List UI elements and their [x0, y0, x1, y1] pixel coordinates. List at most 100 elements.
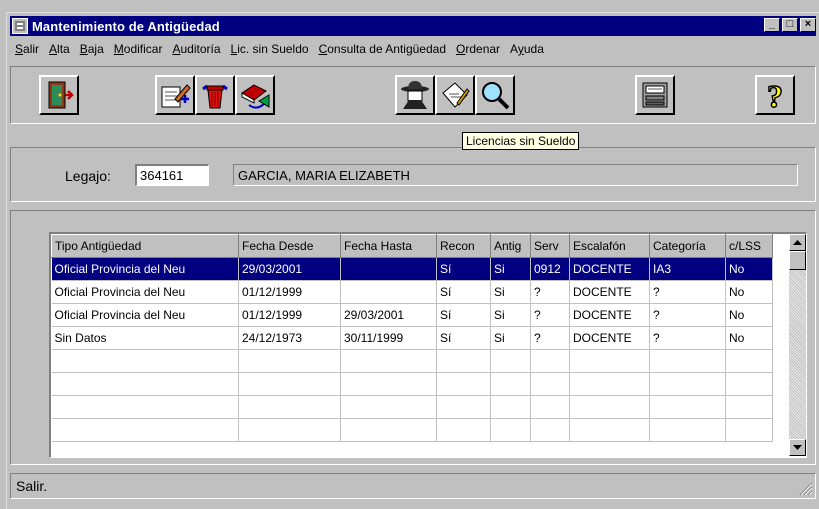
column-header[interactable]: Recon [436, 234, 491, 258]
close-button[interactable]: × [800, 18, 816, 32]
status-bar: Salir. [10, 473, 816, 499]
main-window: Mantenimiento de Antigüedad _ □ × Salir … [6, 12, 819, 509]
grid-panel: Tipo Antigüedad Fecha Desde Fecha Hasta … [10, 210, 816, 465]
scroll-thumb[interactable] [789, 251, 806, 270]
table-cell: 29/03/2001 [238, 257, 341, 281]
antiguedad-grid[interactable]: Tipo Antigüedad Fecha Desde Fecha Hasta … [49, 232, 807, 458]
toolbar: ? [10, 66, 816, 124]
menu-salir[interactable]: Salir [10, 42, 44, 56]
table-cell: ? [530, 326, 570, 350]
table-cell: Si [490, 303, 531, 327]
table-cell: Oficial Provincia del Neu [51, 280, 239, 304]
empty-row [51, 395, 773, 419]
magnifier-search-icon [482, 82, 510, 110]
arrow-down-icon [793, 444, 802, 450]
column-header[interactable]: Escalafón [569, 234, 650, 258]
book-modify-icon [241, 84, 270, 109]
antiguedad-table: Tipo Antigüedad Fecha Desde Fecha Hasta … [51, 234, 773, 442]
table-cell: Si [490, 326, 531, 350]
table-cell: 30/11/1999 [340, 326, 437, 350]
column-header[interactable]: Fecha Hasta [340, 234, 437, 258]
table-cell: No [725, 326, 773, 350]
table-cell: ? [649, 326, 726, 350]
table-cell: Sí [436, 280, 491, 304]
menu-lic-sin-sueldo[interactable]: Lic. sin Sueldo [226, 42, 314, 56]
minimize-button[interactable]: _ [764, 18, 780, 32]
vertical-scrollbar[interactable] [789, 234, 806, 456]
menu-bar: Salir Alta Baja Modificar Auditoría Lic.… [10, 39, 816, 59]
menu-ordenar[interactable]: Ordenar [451, 42, 505, 56]
table-cell: ? [649, 280, 726, 304]
auditoria-button[interactable] [395, 75, 435, 115]
legajo-panel: Legajo: 364161 GARCIA, MARIA ELIZABETH [10, 147, 816, 202]
license-document-icon [442, 82, 470, 108]
empty-row [51, 418, 773, 442]
table-cell: 24/12/1973 [238, 326, 341, 350]
menu-baja[interactable]: Baja [75, 42, 109, 56]
menu-consulta-antiguedad[interactable]: Consulta de Antigüedad [314, 42, 451, 56]
alta-button[interactable] [155, 75, 195, 115]
exit-button[interactable] [39, 75, 79, 115]
table-cell: No [725, 257, 773, 281]
ordenar-button[interactable] [635, 75, 675, 115]
baja-button[interactable] [195, 75, 235, 115]
maximize-button[interactable]: □ [782, 18, 798, 32]
table-cell: DOCENTE [569, 280, 650, 304]
table-row[interactable]: Oficial Provincia del Neu 01/12/1999 29/… [51, 303, 773, 327]
scroll-up-button[interactable] [789, 234, 806, 251]
table-cell: DOCENTE [569, 326, 650, 350]
table-row[interactable]: Oficial Provincia del Neu 29/03/2001 Sí … [51, 257, 773, 281]
table-row[interactable]: Oficial Provincia del Neu 01/12/1999 Sí … [51, 280, 773, 304]
trash-delete-icon [202, 84, 228, 109]
close-icon: × [804, 18, 812, 30]
legajo-input[interactable]: 364161 [135, 164, 209, 186]
table-cell [340, 280, 437, 304]
table-cell: DOCENTE [569, 303, 650, 327]
scroll-down-button[interactable] [789, 439, 806, 456]
table-cell: Oficial Provincia del Neu [51, 303, 239, 327]
register-sort-icon [642, 82, 668, 108]
arrow-up-icon [793, 239, 802, 245]
table-cell: 29/03/2001 [340, 303, 437, 327]
column-header[interactable]: Fecha Desde [238, 234, 341, 258]
column-header[interactable]: Antig [490, 234, 531, 258]
table-cell [340, 257, 437, 281]
column-header[interactable]: Categoría [649, 234, 726, 258]
table-cell: Sí [436, 326, 491, 350]
column-header[interactable]: Tipo Antigüedad [51, 234, 239, 258]
help-question-icon: ? [766, 79, 784, 111]
lic-sin-sueldo-button[interactable] [435, 75, 475, 115]
column-header[interactable]: Serv [530, 234, 570, 258]
resize-grip-icon[interactable] [799, 482, 813, 496]
svg-text:?: ? [767, 79, 783, 111]
table-cell: Si [490, 280, 531, 304]
title-bar[interactable]: Mantenimiento de Antigüedad _ □ × [10, 16, 816, 36]
modificar-button[interactable] [235, 75, 275, 115]
column-header[interactable]: c/LSS [725, 234, 773, 258]
table-cell: Sin Datos [51, 326, 239, 350]
ayuda-button[interactable]: ? [755, 75, 795, 115]
table-cell: Sí [436, 257, 491, 281]
menu-alta[interactable]: Alta [44, 42, 75, 56]
window-title: Mantenimiento de Antigüedad [32, 18, 220, 34]
table-cell: Sí [436, 303, 491, 327]
table-cell: Si [490, 257, 531, 281]
app-icon [12, 18, 28, 34]
table-cell: No [725, 280, 773, 304]
table-cell: IA3 [649, 257, 726, 281]
consulta-button[interactable] [475, 75, 515, 115]
table-cell: ? [649, 303, 726, 327]
table-cell: DOCENTE [569, 257, 650, 281]
spy-audit-icon [401, 81, 429, 109]
table-cell: 0912 [530, 257, 570, 281]
table-row[interactable]: Sin Datos 24/12/1973 30/11/1999 Sí Si ? … [51, 326, 773, 350]
table-cell: Oficial Provincia del Neu [51, 257, 239, 281]
menu-ayuda[interactable]: Ayuda [505, 42, 549, 56]
legajo-label: Legajo: [65, 168, 111, 184]
empty-row [51, 349, 773, 373]
minimize-icon: _ [768, 18, 776, 30]
table-cell: 01/12/1999 [238, 303, 341, 327]
menu-modificar[interactable]: Modificar [109, 42, 168, 56]
table-cell: 01/12/1999 [238, 280, 341, 304]
menu-auditoria[interactable]: Auditoría [167, 42, 225, 56]
